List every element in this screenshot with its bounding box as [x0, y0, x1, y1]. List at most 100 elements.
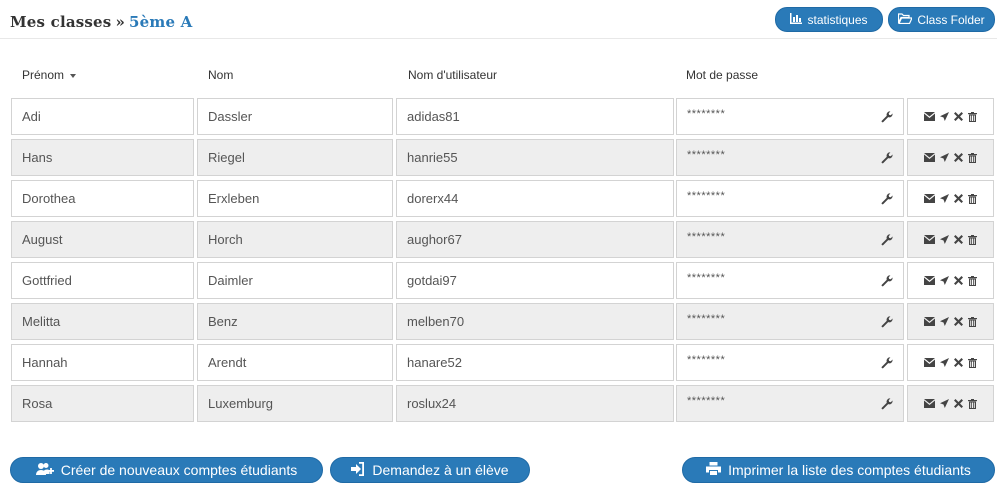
last-name-cell[interactable]: Luxemburg	[197, 385, 393, 422]
first-name-cell[interactable]: Adi	[11, 98, 194, 135]
remove-icon[interactable]	[954, 276, 963, 285]
breadcrumb-root[interactable]: Mes classes	[10, 13, 111, 31]
wrench-icon[interactable]	[881, 397, 893, 410]
username-cell[interactable]: gotdai97	[396, 262, 674, 299]
username-cell[interactable]: roslux24	[396, 385, 674, 422]
remove-icon[interactable]	[954, 235, 963, 244]
row-actions	[907, 180, 994, 217]
trash-icon[interactable]	[968, 316, 977, 327]
send-icon[interactable]	[940, 112, 949, 121]
first-name-cell[interactable]: Hans	[11, 139, 194, 176]
last-name-cell[interactable]: Arendt	[197, 344, 393, 381]
password-cell: ********	[676, 385, 904, 422]
last-name-cell[interactable]: Riegel	[197, 139, 393, 176]
send-icon[interactable]	[940, 399, 949, 408]
last-name-cell[interactable]: Benz	[197, 303, 393, 340]
username-cell[interactable]: adidas81	[396, 98, 674, 135]
send-icon[interactable]	[940, 358, 949, 367]
remove-icon[interactable]	[954, 112, 963, 121]
last-name-cell[interactable]: Daimler	[197, 262, 393, 299]
envelope-icon[interactable]	[924, 358, 935, 367]
class-folder-label: Class Folder	[917, 12, 985, 27]
last-name-cell[interactable]: Erxleben	[197, 180, 393, 217]
trash-icon[interactable]	[968, 357, 977, 368]
password-cell: ********	[676, 221, 904, 258]
print-accounts-label: Imprimer la liste des comptes étudiants	[728, 462, 971, 478]
username-cell[interactable]: melben70	[396, 303, 674, 340]
send-icon[interactable]	[940, 276, 949, 285]
first-name-cell[interactable]: August	[11, 221, 194, 258]
send-icon[interactable]	[940, 235, 949, 244]
trash-icon[interactable]	[968, 193, 977, 204]
remove-icon[interactable]	[954, 317, 963, 326]
row-actions	[907, 98, 994, 135]
statistics-label: statistiques	[807, 12, 868, 27]
username-cell[interactable]: aughor67	[396, 221, 674, 258]
password-mask: ********	[687, 190, 726, 202]
envelope-icon[interactable]	[924, 399, 935, 408]
trash-icon[interactable]	[968, 152, 977, 163]
row-actions	[907, 344, 994, 381]
username-cell[interactable]: hanrie55	[396, 139, 674, 176]
remove-icon[interactable]	[954, 153, 963, 162]
envelope-icon[interactable]	[924, 276, 935, 285]
row-actions	[907, 139, 994, 176]
row-actions	[907, 221, 994, 258]
last-name-cell[interactable]: Horch	[197, 221, 393, 258]
password-cell: ********	[676, 98, 904, 135]
password-cell: ********	[676, 262, 904, 299]
wrench-icon[interactable]	[881, 315, 893, 328]
create-accounts-button[interactable]: Créer de nouveaux comptes étudiants	[10, 457, 323, 483]
password-cell: ********	[676, 344, 904, 381]
envelope-icon[interactable]	[924, 235, 935, 244]
wrench-icon[interactable]	[881, 233, 893, 246]
ask-student-button[interactable]: Demandez à un élève	[330, 457, 530, 483]
username-cell[interactable]: hanare52	[396, 344, 674, 381]
send-icon[interactable]	[940, 194, 949, 203]
password-cell: ********	[676, 303, 904, 340]
envelope-icon[interactable]	[924, 153, 935, 162]
first-name-cell[interactable]: Dorothea	[11, 180, 194, 217]
sort-caret-icon	[70, 73, 77, 78]
first-name-cell[interactable]: Rosa	[11, 385, 194, 422]
row-actions	[907, 262, 994, 299]
password-cell: ********	[676, 139, 904, 176]
print-accounts-button[interactable]: Imprimer la liste des comptes étudiants	[682, 457, 995, 483]
password-mask: ********	[687, 395, 726, 407]
trash-icon[interactable]	[968, 398, 977, 409]
wrench-icon[interactable]	[881, 192, 893, 205]
remove-icon[interactable]	[954, 194, 963, 203]
first-name-cell[interactable]: Melitta	[11, 303, 194, 340]
statistics-button[interactable]: statistiques	[775, 7, 883, 32]
trash-icon[interactable]	[968, 275, 977, 286]
bar-chart-icon	[790, 12, 803, 27]
remove-icon[interactable]	[954, 399, 963, 408]
wrench-icon[interactable]	[881, 274, 893, 287]
add-users-icon	[35, 462, 54, 479]
trash-icon[interactable]	[968, 234, 977, 245]
row-actions	[907, 303, 994, 340]
row-actions	[907, 385, 994, 422]
breadcrumb: Mes classes» 5ème A	[10, 13, 193, 31]
envelope-icon[interactable]	[924, 112, 935, 121]
column-header-password: Mot de passe	[686, 68, 759, 82]
wrench-icon[interactable]	[881, 110, 893, 123]
send-icon[interactable]	[940, 317, 949, 326]
wrench-icon[interactable]	[881, 356, 893, 369]
last-name-cell[interactable]: Dassler	[197, 98, 393, 135]
send-icon[interactable]	[940, 153, 949, 162]
remove-icon[interactable]	[954, 358, 963, 367]
wrench-icon[interactable]	[881, 151, 893, 164]
class-folder-button[interactable]: Class Folder	[888, 7, 995, 32]
table-row: August Horch aughor67 ********	[0, 221, 997, 260]
envelope-icon[interactable]	[924, 194, 935, 203]
trash-icon[interactable]	[968, 111, 977, 122]
first-name-cell[interactable]: Gottfried	[11, 262, 194, 299]
column-header-first-name[interactable]: Prénom	[22, 68, 77, 82]
first-name-cell[interactable]: Hannah	[11, 344, 194, 381]
table-row: Hannah Arendt hanare52 ********	[0, 344, 997, 383]
envelope-icon[interactable]	[924, 317, 935, 326]
column-header-first-name-label: Prénom	[22, 68, 65, 82]
breadcrumb-current-class: 5ème A	[129, 13, 193, 31]
username-cell[interactable]: dorerx44	[396, 180, 674, 217]
